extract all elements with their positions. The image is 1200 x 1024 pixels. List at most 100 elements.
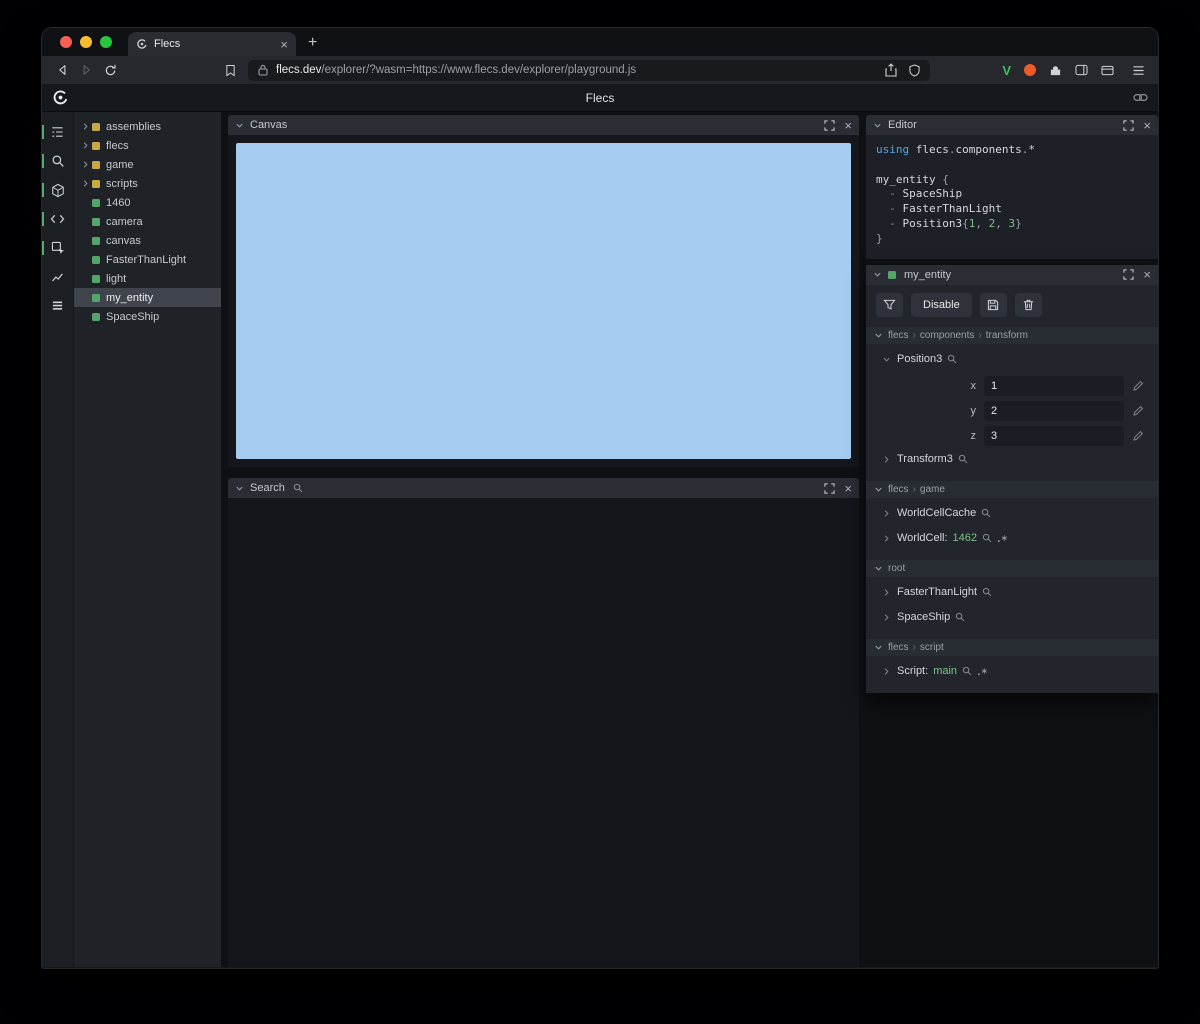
back-button[interactable] <box>50 58 74 82</box>
component-row[interactable]: Transform3 <box>866 449 1158 470</box>
chevron-right-icon[interactable] <box>81 179 91 188</box>
close-panel-icon[interactable]: × <box>844 119 852 132</box>
component-row[interactable]: WorldCellCache <box>866 503 1158 524</box>
chevron-right-icon[interactable] <box>882 667 892 676</box>
expand-panel-icon[interactable] <box>1123 119 1134 131</box>
chevron-right-icon[interactable] <box>882 588 892 597</box>
reload-button[interactable] <box>98 58 122 82</box>
tree-item-flecs[interactable]: flecs <box>74 136 221 155</box>
menu-icon[interactable] <box>1126 58 1150 82</box>
webgl-canvas[interactable] <box>236 143 851 459</box>
section-breadcrumb: flecs › script <box>888 642 944 653</box>
chevron-down-icon[interactable] <box>873 270 882 279</box>
section-header[interactable]: flecs › game <box>866 480 1158 498</box>
close-window-button[interactable] <box>60 36 72 48</box>
chevron-right-icon[interactable] <box>882 613 892 622</box>
section-header[interactable]: flecs › components › transform <box>866 326 1158 344</box>
chevron-right-icon[interactable] <box>81 141 91 150</box>
tree-item-SpaceShip[interactable]: SpaceShip <box>74 307 221 326</box>
flecs-logo-icon[interactable] <box>52 89 69 106</box>
component-row[interactable]: Script: main <box>866 661 1158 682</box>
section-header[interactable]: root <box>866 559 1158 577</box>
search-icon[interactable] <box>982 533 992 543</box>
pencil-icon[interactable] <box>1132 405 1144 417</box>
search-icon[interactable] <box>981 508 991 518</box>
minimize-window-button[interactable] <box>80 36 92 48</box>
save-button[interactable] <box>979 292 1007 317</box>
component-row[interactable]: SpaceShip <box>866 607 1158 628</box>
browser-tab[interactable]: Flecs × <box>128 32 296 56</box>
chevron-down-icon[interactable] <box>235 484 244 493</box>
extensions-puzzle-icon[interactable] <box>1049 64 1062 77</box>
delete-button[interactable] <box>1014 292 1042 317</box>
tree-item-camera[interactable]: camera <box>74 212 221 231</box>
zoom-window-button[interactable] <box>100 36 112 48</box>
editor-panel-button[interactable] <box>42 207 73 231</box>
close-panel-icon[interactable]: × <box>844 482 852 495</box>
chevron-right-icon[interactable] <box>81 160 91 169</box>
tree-item-my_entity[interactable]: my_entity <box>74 288 221 307</box>
search-icon[interactable] <box>982 587 992 597</box>
share-icon[interactable] <box>885 63 897 77</box>
sidebar-toggle-icon[interactable] <box>1075 64 1088 76</box>
stats-panel-button[interactable] <box>42 294 73 318</box>
field-input[interactable]: 2 <box>984 401 1124 422</box>
tree-item-FasterThanLight[interactable]: FasterThanLight <box>74 250 221 269</box>
inspector-panel-header[interactable]: my_entity × <box>866 264 1158 285</box>
tree-item-light[interactable]: light <box>74 269 221 288</box>
chevron-right-icon[interactable] <box>81 122 91 131</box>
chevron-down-icon[interactable] <box>882 355 892 364</box>
field-input[interactable]: 1 <box>984 376 1124 397</box>
editor-panel-header[interactable]: Editor × <box>866 115 1158 135</box>
section-header[interactable]: flecs › script <box>866 638 1158 656</box>
tree-item-1460[interactable]: 1460 <box>74 193 221 212</box>
search-panel-button[interactable] <box>42 149 73 173</box>
field-input[interactable]: 3 <box>984 426 1124 447</box>
pencil-icon[interactable] <box>1132 430 1144 442</box>
v-extension-icon[interactable]: V <box>1002 64 1011 77</box>
component-row[interactable]: FasterThanLight <box>866 582 1158 603</box>
tree-item-game[interactable]: game <box>74 155 221 174</box>
search-icon[interactable] <box>962 666 972 676</box>
shield-icon[interactable] <box>909 63 920 77</box>
new-tab-button[interactable]: + <box>308 35 317 51</box>
field-row-z: z3 <box>866 424 1158 449</box>
close-panel-icon[interactable]: × <box>1143 119 1151 132</box>
charts-panel-button[interactable] <box>42 265 73 289</box>
expand-panel-icon[interactable] <box>1123 269 1134 280</box>
wallet-icon[interactable] <box>1101 65 1114 76</box>
chevron-right-icon[interactable] <box>882 455 892 464</box>
search-panel-header[interactable]: Search × <box>228 478 859 498</box>
inspector-panel-button[interactable] <box>42 236 73 260</box>
forward-button[interactable] <box>74 58 98 82</box>
chevron-right-icon[interactable] <box>882 534 892 543</box>
url-text[interactable]: flecs.dev/explorer/?wasm=https://www.fle… <box>276 64 877 76</box>
component-row[interactable]: Position3 <box>866 349 1158 370</box>
search-icon[interactable] <box>958 454 968 464</box>
disable-button[interactable]: Disable <box>911 292 972 317</box>
address-bar[interactable]: flecs.dev/explorer/?wasm=https://www.fle… <box>248 59 931 81</box>
canvas-panel-header[interactable]: Canvas × <box>228 115 859 135</box>
orange-extension-icon[interactable] <box>1024 64 1036 76</box>
link-icon[interactable] <box>1133 93 1148 102</box>
close-tab-icon[interactable]: × <box>280 38 288 51</box>
chevron-down-icon[interactable] <box>235 121 244 130</box>
query-filter-button[interactable] <box>876 292 903 317</box>
close-panel-icon[interactable]: × <box>1143 268 1151 281</box>
chevron-right-icon[interactable] <box>882 509 892 518</box>
search-icon[interactable] <box>947 354 957 364</box>
bookmark-icon[interactable] <box>218 58 242 82</box>
tree-item-label: camera <box>106 215 143 228</box>
tree-item-assemblies[interactable]: assemblies <box>74 117 221 136</box>
tree-panel-button[interactable] <box>42 120 73 144</box>
code-area[interactable]: using flecs.components.* my_entity { - S… <box>866 135 1158 259</box>
expand-panel-icon[interactable] <box>824 482 835 494</box>
expand-panel-icon[interactable] <box>824 119 835 131</box>
component-row[interactable]: WorldCell: 1462 <box>866 528 1158 549</box>
entities-panel-button[interactable] <box>42 178 73 202</box>
tree-item-scripts[interactable]: scripts <box>74 174 221 193</box>
search-icon[interactable] <box>955 612 965 622</box>
pencil-icon[interactable] <box>1132 380 1144 392</box>
tree-item-canvas[interactable]: canvas <box>74 231 221 250</box>
chevron-down-icon[interactable] <box>873 121 882 130</box>
